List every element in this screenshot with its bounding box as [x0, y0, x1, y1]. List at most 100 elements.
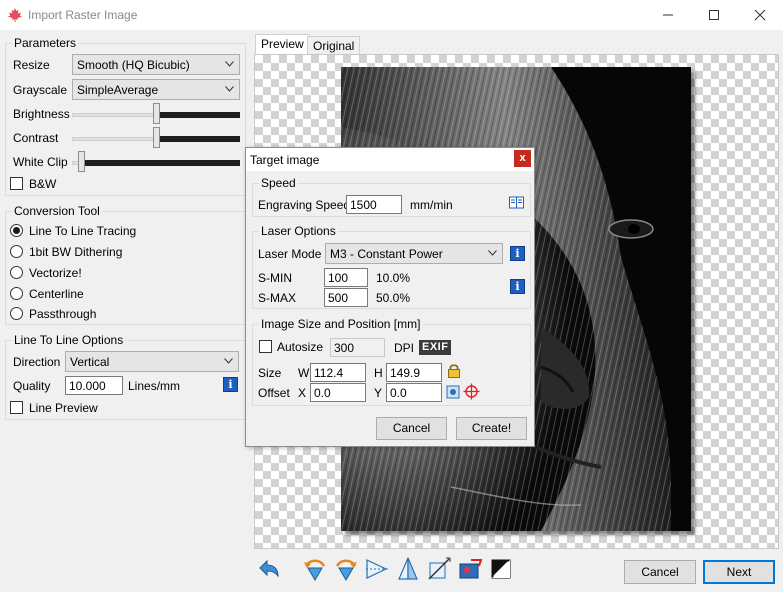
contrast-label: Contrast: [13, 131, 59, 145]
maximize-button[interactable]: [691, 0, 737, 30]
direction-label: Direction: [13, 355, 61, 369]
crosshair-icon[interactable]: [463, 383, 480, 400]
minimize-icon: [663, 14, 673, 16]
radio-line-to-line[interactable]: [10, 224, 23, 237]
dpi-input: 300: [330, 338, 385, 357]
lock-icon[interactable]: [447, 363, 461, 378]
smax-input[interactable]: 500: [324, 288, 368, 307]
laser-mode-info-icon[interactable]: i: [510, 246, 525, 261]
dialog-cancel-button[interactable]: Cancel: [376, 417, 447, 440]
flip-horizontal-icon: [366, 559, 388, 579]
window-title: Import Raster Image: [28, 8, 138, 22]
radio-dithering[interactable]: [10, 245, 23, 258]
resize-select[interactable]: Smooth (HQ Bicubic): [72, 54, 240, 75]
speed-input[interactable]: 1500: [346, 195, 402, 214]
flip-vertical-icon: [398, 557, 418, 580]
height-input[interactable]: 149.9: [386, 363, 442, 382]
brightness-slider[interactable]: [72, 103, 240, 125]
tab-original[interactable]: Original: [307, 36, 361, 56]
slider-fill: [84, 160, 240, 166]
size-title: Image Size and Position [mm]: [259, 317, 423, 331]
option-dithering: 1bit BW Dithering: [29, 245, 123, 259]
resize-label: Resize: [13, 58, 50, 72]
chevron-down-icon: [225, 86, 234, 92]
brightness-label: Brightness: [13, 107, 70, 121]
crop-icon: [428, 557, 451, 580]
slider-thumb[interactable]: [78, 151, 85, 172]
speed-title: Speed: [259, 176, 298, 190]
resize-value: Smooth (HQ Bicubic): [77, 58, 190, 72]
grayscale-value: SimpleAverage: [77, 83, 159, 97]
line-options-title: Line To Line Options: [12, 333, 126, 347]
create-label: Create!: [471, 421, 512, 435]
radio-vectorize[interactable]: [10, 266, 23, 279]
slider-fill: [159, 136, 240, 142]
offset-y-input[interactable]: 0.0: [386, 383, 442, 402]
radio-centerline[interactable]: [10, 287, 23, 300]
grayscale-select[interactable]: SimpleAverage: [72, 79, 240, 100]
slider-track: [72, 113, 155, 117]
parameters-title: Parameters: [12, 36, 79, 50]
dialog-close-button[interactable]: x: [514, 150, 531, 167]
option-vectorize: Vectorize!: [29, 266, 82, 280]
reset-button[interactable]: [256, 556, 282, 582]
offset-x-value: 0.0: [314, 386, 331, 400]
dpi-value: 300: [334, 341, 355, 355]
quality-value: 10.000: [69, 379, 106, 393]
crop-button[interactable]: [426, 556, 452, 582]
width-input[interactable]: 112.4: [310, 363, 366, 382]
smin-input[interactable]: 100: [324, 268, 368, 287]
create-button[interactable]: Create!: [456, 417, 527, 440]
power-info-icon[interactable]: i: [510, 279, 525, 294]
offset-x-input[interactable]: 0.0: [310, 383, 366, 402]
quality-unit: Lines/mm: [128, 379, 181, 393]
book-icon[interactable]: [509, 196, 524, 209]
rotate-ccw-button[interactable]: [302, 556, 328, 582]
maximize-icon: [709, 10, 719, 20]
quality-input[interactable]: 10.000: [65, 376, 123, 395]
direction-select[interactable]: Vertical: [65, 351, 239, 372]
offset-x-label: X: [298, 386, 307, 400]
slider-thumb[interactable]: [153, 127, 160, 148]
auto-trim-icon: [459, 559, 483, 579]
laser-mode-select[interactable]: M3 - Constant Power: [325, 243, 503, 264]
dialog-title-bar: Target image x: [246, 148, 534, 171]
bw-checkbox[interactable]: [10, 177, 23, 190]
autosize-checkbox[interactable]: [259, 340, 272, 353]
option-passthrough: Passthrough: [29, 307, 97, 321]
line-preview-checkbox[interactable]: [10, 401, 23, 414]
dialog-cancel-label: Cancel: [392, 421, 431, 435]
exif-badge[interactable]: EXIF: [419, 340, 452, 355]
close-button[interactable]: [737, 0, 783, 30]
flip-vertical-button[interactable]: [395, 556, 421, 582]
bw-label: B&W: [29, 177, 57, 191]
position-center-icon[interactable]: [446, 385, 460, 399]
option-line-to-line: Line To Line Tracing: [29, 224, 137, 238]
dpi-label: DPI: [394, 341, 415, 355]
invert-button[interactable]: [488, 556, 514, 582]
rotate-cw-button[interactable]: [333, 556, 359, 582]
close-icon: x: [519, 152, 526, 164]
width-value: 112.4: [314, 366, 344, 380]
auto-trim-button[interactable]: [457, 556, 483, 582]
speed-unit: mm/min: [410, 198, 453, 212]
slider-thumb[interactable]: [153, 103, 160, 124]
cancel-button[interactable]: Cancel: [624, 560, 696, 584]
speed-value: 1500: [350, 198, 377, 212]
line-preview-label: Line Preview: [29, 401, 98, 415]
conversion-title: Conversion Tool: [12, 204, 102, 218]
whiteclip-slider[interactable]: [72, 151, 240, 173]
quality-info-icon[interactable]: i: [223, 377, 238, 392]
invert-icon: [491, 559, 511, 579]
contrast-slider[interactable]: [72, 127, 240, 149]
smin-label: S-MIN: [258, 271, 292, 285]
next-button[interactable]: Next: [703, 560, 775, 584]
flip-horizontal-button[interactable]: [364, 556, 390, 582]
next-label: Next: [726, 565, 752, 579]
minimize-button[interactable]: [645, 0, 691, 30]
tab-preview[interactable]: Preview: [255, 34, 310, 56]
smax-label: S-MAX: [258, 291, 297, 305]
chevron-down-icon: [225, 61, 234, 67]
radio-passthrough[interactable]: [10, 307, 23, 320]
slider-track: [72, 137, 155, 141]
